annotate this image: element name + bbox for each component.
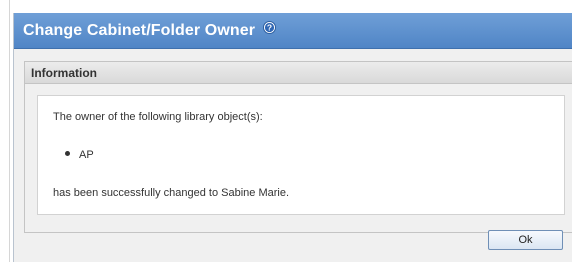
message-box: The owner of the following library objec… xyxy=(37,95,565,215)
svg-text:?: ? xyxy=(266,23,271,33)
message-intro: The owner of the following library objec… xyxy=(53,111,263,123)
dialog-title: Change Cabinet/Folder Owner xyxy=(23,22,256,39)
bullet-icon xyxy=(65,151,70,156)
information-section: Information The owner of the following l… xyxy=(24,61,572,233)
change-owner-dialog: Change Cabinet/Folder Owner ? Informatio… xyxy=(13,13,572,262)
list-item: AP xyxy=(65,149,94,161)
information-section-header: Information xyxy=(25,62,572,84)
help-icon[interactable]: ? xyxy=(262,21,276,39)
left-divider xyxy=(9,0,10,262)
dialog-title-container: Change Cabinet/Folder Owner ? xyxy=(23,21,276,40)
ok-button[interactable]: Ok xyxy=(488,230,563,250)
library-object-name: AP xyxy=(79,149,94,161)
message-result: has been successfully changed to Sabine … xyxy=(53,187,290,199)
dialog-titlebar: Change Cabinet/Folder Owner ? xyxy=(14,13,572,49)
section-title: Information xyxy=(31,66,97,80)
